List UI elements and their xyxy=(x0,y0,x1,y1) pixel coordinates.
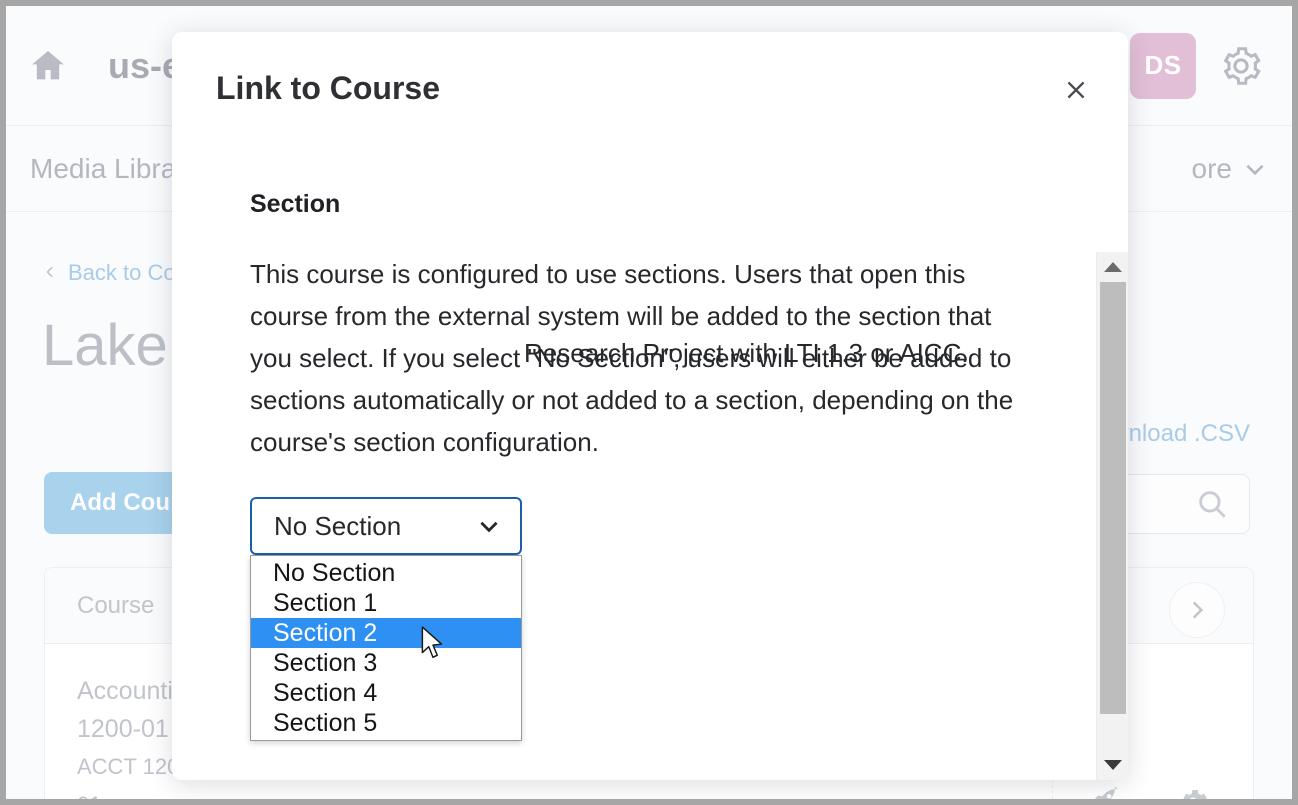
section-select[interactable]: No Section xyxy=(250,497,522,555)
link-to-course-modal: Link to Course Section This course is co… xyxy=(172,32,1128,780)
section-select-wrapper: No Section No Section Section 1 Section … xyxy=(250,497,1050,741)
close-button[interactable] xyxy=(1052,66,1100,114)
select-option-section-4[interactable]: Section 4 xyxy=(251,678,521,708)
scrollbar-down-button[interactable] xyxy=(1097,750,1128,780)
nav-item-more[interactable]: ore xyxy=(1192,153,1268,185)
gear-icon[interactable] xyxy=(1218,43,1264,89)
section-select-value: No Section xyxy=(274,510,402,541)
course-code-line-2: 01 xyxy=(77,786,179,799)
select-option-section-5[interactable]: Section 5 xyxy=(251,708,521,738)
avatar[interactable]: DS xyxy=(1130,32,1196,99)
section-select-options[interactable]: No Section Section 1 Section 2 Section 3… xyxy=(250,555,522,741)
modal-title: Link to Course xyxy=(216,70,441,106)
course-name-line-2: 1200-01 xyxy=(77,715,169,743)
back-to-courses-link[interactable]: Back to Cou xyxy=(42,260,188,286)
chevron-left-icon xyxy=(42,260,58,286)
nav-item-more-label: ore xyxy=(1191,152,1232,184)
course-name-line-1: Accounti xyxy=(77,677,173,705)
course-code-line-1: ACCT 120 xyxy=(77,754,180,779)
lti-description-text: Research Project with LTI 1.3 or AICC. xyxy=(524,338,969,368)
page-title: Lake xyxy=(42,313,168,378)
select-option-no-section[interactable]: No Section xyxy=(251,558,521,588)
search-icon[interactable] xyxy=(1195,487,1229,521)
chevron-down-icon xyxy=(476,513,502,539)
scrollbar-up-button[interactable] xyxy=(1097,252,1128,282)
table-cell-course: Accounti 1200-01 ACCT 120 01 xyxy=(45,644,179,799)
column-header-course: Course xyxy=(77,591,155,619)
chevron-down-icon xyxy=(1242,156,1268,182)
close-icon xyxy=(1067,81,1085,99)
triangle-up-icon xyxy=(1104,262,1122,272)
organization-name: us-e xyxy=(108,44,183,86)
triangle-down-icon xyxy=(1104,760,1122,770)
download-csv-link[interactable]: wnload .CSV xyxy=(1111,420,1250,448)
browser-frame: us-e DS Media Libra ore Back to Cou Lake… xyxy=(0,0,1298,805)
select-option-section-2[interactable]: Section 2 xyxy=(251,618,521,648)
scrollbar-thumb[interactable] xyxy=(1100,282,1126,714)
select-option-section-1[interactable]: Section 1 xyxy=(251,588,521,618)
top-header-actions: DS xyxy=(1130,32,1264,99)
select-option-section-3[interactable]: Section 3 xyxy=(251,648,521,678)
modal-body: Section This course is configured to use… xyxy=(172,142,1128,780)
back-to-courses-label: Back to Cou xyxy=(68,260,188,285)
section-label: Section xyxy=(250,190,341,218)
row-action-icons xyxy=(1087,784,1211,799)
gear-icon[interactable] xyxy=(1175,784,1211,799)
nav-item-media-library[interactable]: Media Libra xyxy=(30,153,176,185)
chevron-right-icon xyxy=(1192,601,1204,619)
row-expand-button[interactable] xyxy=(1169,582,1225,638)
home-icon[interactable] xyxy=(28,46,68,86)
modal-scrollbar[interactable] xyxy=(1096,252,1128,780)
rocket-icon[interactable] xyxy=(1087,784,1123,799)
